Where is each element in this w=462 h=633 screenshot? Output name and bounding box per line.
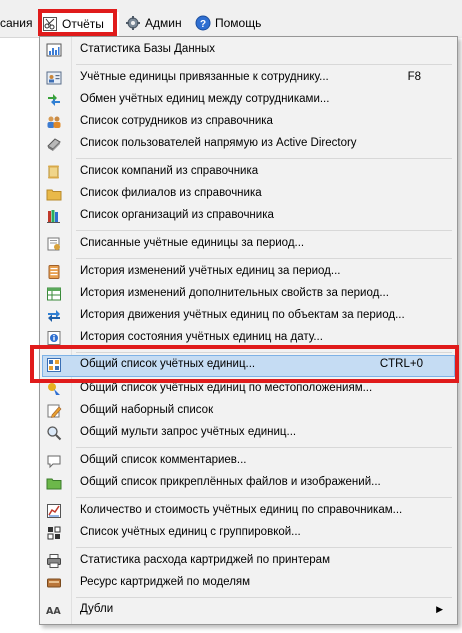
- menu-item-typeset-list[interactable]: Общий наборный список: [42, 401, 455, 421]
- menu-item-branches[interactable]: Список филиалов из справочника: [42, 184, 455, 204]
- attachment-folder-icon: [46, 475, 62, 491]
- menu-item-duplicates[interactable]: AA Дубли ▶: [42, 600, 455, 620]
- menu-item-label: Список филиалов из справочника: [80, 187, 262, 199]
- menubar-divider: [0, 37, 40, 38]
- pencil-note-icon: [46, 403, 62, 419]
- menu-item-label: История состояния учётных единиц на дату…: [80, 331, 323, 343]
- menu-separator: [76, 597, 452, 598]
- branch-folder-icon: [46, 186, 62, 202]
- help-question-icon: ?: [195, 15, 211, 31]
- svg-text:AA: AA: [46, 606, 61, 617]
- properties-grid-icon: [46, 286, 62, 302]
- menu-item-cartridge-stats[interactable]: Статистика расхода картриджей по принтер…: [42, 551, 455, 571]
- menu-item-label: Список учётных единиц с группировкой...: [80, 526, 301, 538]
- menu-item-label: Общий мульти запрос учётных единиц...: [80, 426, 297, 438]
- active-directory-book-icon: [46, 136, 62, 152]
- menu-item-label: Список сотрудников из справочника: [80, 115, 273, 127]
- scroll-icon: [46, 164, 62, 180]
- menu-item-label: Общий список комментариев...: [80, 454, 247, 466]
- menu-item-label: Общий список прикреплённых файлов и изоб…: [80, 476, 381, 488]
- menu-separator: [76, 258, 452, 259]
- menu-item-label: Учётные единицы привязанные к сотруднику…: [80, 71, 329, 83]
- menu-item-employees[interactable]: Список сотрудников из справочника: [42, 112, 455, 132]
- menu-item-comments[interactable]: Общий список комментариев...: [42, 451, 455, 471]
- menu-item-label: Обмен учётных единиц между сотрудниками.…: [80, 93, 330, 105]
- menu-item-label: Ресурс картриджей по моделям: [80, 576, 251, 588]
- menu-item-label: Списанные учётные единицы за период...: [80, 237, 305, 249]
- menu-item-organizations[interactable]: Список организаций из справочника: [42, 206, 455, 226]
- menu-item-exchange-units[interactable]: Обмен учётных единиц между сотрудниками.…: [42, 90, 455, 110]
- reports-dropdown: Статистика Базы Данных Учётные единицы п…: [39, 36, 458, 625]
- menu-item-label: Статистика расхода картриджей по принтер…: [80, 554, 330, 566]
- menu-reports[interactable]: Отчёты: [38, 9, 119, 36]
- menu-item-history-properties[interactable]: История изменений дополнительных свойств…: [42, 284, 455, 304]
- menu-item-label: Общий наборный список: [80, 404, 214, 416]
- item-highlight-box: [30, 345, 459, 383]
- printer-icon: [46, 553, 62, 569]
- menu-item-label: История изменений дополнительных свойств…: [80, 287, 389, 299]
- menu-item-partial[interactable]: сания: [0, 12, 33, 34]
- write-off-icon: [46, 236, 62, 252]
- menu-item-user-units[interactable]: Учётные единицы привязанные к сотруднику…: [42, 68, 455, 88]
- menu-item-label: Общий список учётных единиц по местополо…: [80, 382, 373, 394]
- menu-separator: [76, 447, 452, 448]
- submenu-arrow-icon: ▶: [436, 604, 443, 614]
- menu-admin-label: Админ: [145, 16, 182, 30]
- status-info-icon: [46, 330, 62, 346]
- svg-text:?: ?: [200, 19, 206, 30]
- menu-item-label: История движения учётных единиц по объек…: [80, 309, 405, 321]
- duplicates-aa-icon: AA: [46, 602, 62, 618]
- menu-help[interactable]: ? Помощь: [195, 12, 261, 34]
- history-icon: [46, 264, 62, 280]
- menu-item-db-stats[interactable]: Статистика Базы Данных: [42, 40, 455, 60]
- menu-separator: [76, 158, 452, 159]
- menu-item-quantity-cost[interactable]: Количество и стоимость учётных единиц по…: [42, 501, 455, 521]
- menu-item-attachments[interactable]: Общий список прикреплённых файлов и изоб…: [42, 473, 455, 493]
- comment-icon: [46, 453, 62, 469]
- menu-item-active-directory[interactable]: Список пользователей напрямую из Active …: [42, 134, 455, 154]
- menu-bar: сания Отчёты Админ ? Помощь: [0, 0, 462, 38]
- menu-item-label: Список пользователей напрямую из Active …: [80, 137, 357, 149]
- magnifier-icon: [46, 425, 62, 441]
- employees-icon: [46, 114, 62, 130]
- menu-item-written-off[interactable]: Списанные учётные единицы за период...: [42, 234, 455, 254]
- menu-item-multi-query[interactable]: Общий мульти запрос учётных единиц...: [42, 423, 455, 443]
- database-stats-icon: [46, 42, 62, 58]
- menu-item-grouping[interactable]: Список учётных единиц с группировкой...: [42, 523, 455, 543]
- location-icon: [46, 381, 62, 397]
- menu-item-companies[interactable]: Список компаний из справочника: [42, 162, 455, 182]
- menu-help-label: Помощь: [215, 16, 262, 30]
- movement-arrows-icon: [46, 308, 62, 324]
- menu-separator: [76, 497, 452, 498]
- menu-item-shortcut: F8: [407, 71, 421, 83]
- menu-separator: [76, 547, 452, 548]
- menu-item-label: Количество и стоимость учётных единиц по…: [80, 504, 403, 516]
- books-icon: [46, 208, 62, 224]
- menu-item-partial-label: сания: [0, 16, 33, 30]
- menu-item-label: Список компаний из справочника: [80, 165, 259, 177]
- cartridge-icon: [46, 575, 62, 591]
- admin-gear-icon: [125, 15, 141, 31]
- menu-separator: [76, 64, 452, 65]
- menu-item-history-changes[interactable]: История изменений учётных единиц за пери…: [42, 262, 455, 282]
- user-card-icon: [46, 70, 62, 86]
- menu-admin[interactable]: Админ: [125, 12, 182, 34]
- grouping-icon: [46, 525, 62, 541]
- reports-highlight-box: [38, 9, 117, 36]
- menu-item-label: Статистика Базы Данных: [80, 43, 216, 55]
- menu-item-label: История изменений учётных единиц за пери…: [80, 265, 341, 277]
- cost-chart-icon: [46, 503, 62, 519]
- exchange-arrows-icon: [46, 92, 62, 108]
- menu-item-label: Список организаций из справочника: [80, 209, 274, 221]
- menu-item-cartridge-resource[interactable]: Ресурс картриджей по моделям: [42, 573, 455, 593]
- menu-separator: [76, 230, 452, 231]
- menu-item-history-movement[interactable]: История движения учётных единиц по объек…: [42, 306, 455, 326]
- menu-item-label: Дубли: [80, 603, 114, 615]
